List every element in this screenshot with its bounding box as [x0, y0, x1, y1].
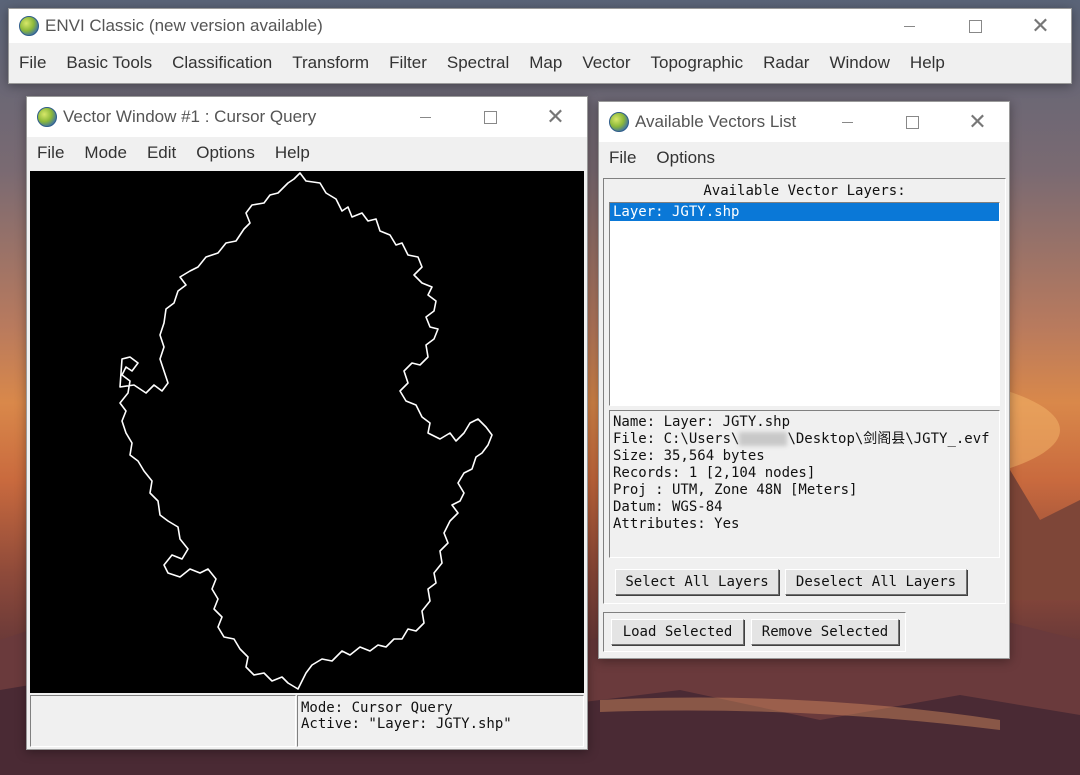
minimize-button[interactable]	[815, 102, 880, 142]
vector-display-canvas[interactable]	[30, 171, 584, 693]
status-right-panel: Mode: Cursor Query Active: "Layer: JGTY.…	[297, 695, 584, 747]
info-name: Name: Layer: JGTY.shp	[613, 414, 791, 430]
vectors-list-window: Available Vectors List ✕ File Options Av…	[598, 101, 1010, 659]
maximize-button[interactable]	[943, 9, 1008, 43]
status-mode-text: Mode: Cursor Query	[301, 700, 453, 716]
menu-file[interactable]: File	[27, 143, 74, 163]
info-records: Records: 1 [2,104 nodes]	[613, 465, 816, 481]
vector-layers-listbox[interactable]: Layer: JGTY.shp	[609, 202, 1000, 406]
info-datum: Datum: WGS-84	[613, 499, 723, 515]
minimize-button[interactable]	[877, 9, 942, 43]
menu-options[interactable]: Options	[186, 143, 265, 163]
main-window-title: ENVI Classic (new version available)	[45, 16, 323, 35]
vectors-list-titlebar[interactable]: Available Vectors List ✕	[599, 102, 1009, 142]
status-left-panel	[30, 695, 296, 747]
select-all-layers-button[interactable]: Select All Layers	[615, 569, 779, 595]
menu-window[interactable]: Window	[819, 53, 899, 73]
menu-topographic[interactable]: Topographic	[641, 53, 754, 73]
vector-window: Vector Window #1 : Cursor Query ✕ File M…	[26, 96, 588, 750]
vectors-list-title: Available Vectors List	[635, 112, 797, 131]
vector-layers-group: Available Vector Layers: Layer: JGTY.shp…	[603, 178, 1006, 604]
menu-file[interactable]: File	[599, 148, 646, 168]
info-file: File: C:\Users\ \Desktop\剑阁县\JGTY_.evf	[613, 431, 990, 447]
menu-map[interactable]: Map	[519, 53, 572, 73]
envi-icon	[37, 107, 57, 127]
menu-classification[interactable]: Classification	[162, 53, 282, 73]
menu-spectral[interactable]: Spectral	[437, 53, 519, 73]
minimize-button[interactable]	[393, 97, 458, 137]
menu-radar[interactable]: Radar	[753, 53, 819, 73]
close-button[interactable]: ✕	[945, 102, 1010, 142]
redacted-username-blur	[739, 432, 788, 446]
vector-window-title: Vector Window #1 : Cursor Query	[63, 107, 317, 126]
menu-edit[interactable]: Edit	[137, 143, 186, 163]
layer-list-item[interactable]: Layer: JGTY.shp	[610, 203, 999, 221]
load-selected-button[interactable]: Load Selected	[611, 619, 744, 645]
close-button[interactable]: ✕	[523, 97, 588, 137]
load-remove-group: Load Selected Remove Selected	[603, 612, 906, 652]
menu-transform[interactable]: Transform	[282, 53, 379, 73]
vector-window-titlebar[interactable]: Vector Window #1 : Cursor Query ✕	[27, 97, 587, 137]
menu-file[interactable]: File	[9, 53, 56, 73]
maximize-button[interactable]	[458, 97, 523, 137]
info-size: Size: 35,564 bytes	[613, 448, 765, 464]
menu-help[interactable]: Help	[265, 143, 320, 163]
menu-options[interactable]: Options	[646, 148, 725, 168]
status-active-text: Active: "Layer: JGTY.shp"	[301, 716, 512, 732]
menu-vector[interactable]: Vector	[572, 53, 640, 73]
vector-layers-label: Available Vector Layers:	[703, 183, 906, 199]
county-boundary-outline	[119, 172, 493, 690]
envi-icon	[19, 16, 39, 36]
menu-filter[interactable]: Filter	[379, 53, 437, 73]
close-button[interactable]: ✕	[1008, 9, 1073, 43]
menu-help[interactable]: Help	[900, 53, 955, 73]
envi-icon	[609, 112, 629, 132]
remove-selected-button[interactable]: Remove Selected	[751, 619, 899, 645]
menu-basic-tools[interactable]: Basic Tools	[56, 53, 162, 73]
maximize-button[interactable]	[880, 102, 945, 142]
main-titlebar[interactable]: ENVI Classic (new version available) ✕	[9, 9, 1071, 43]
info-proj: Proj : UTM, Zone 48N [Meters]	[613, 482, 858, 498]
deselect-all-layers-button[interactable]: Deselect All Layers	[785, 569, 967, 595]
main-window: ENVI Classic (new version available) ✕ F…	[8, 8, 1072, 84]
info-attributes: Attributes: Yes	[613, 516, 740, 532]
vectors-list-menubar: File Options	[599, 142, 1009, 174]
layer-info-panel: Name: Layer: JGTY.shp File: C:\Users\ \De…	[609, 410, 1000, 558]
main-menubar: File Basic Tools Classification Transfor…	[9, 43, 1071, 83]
menu-mode[interactable]: Mode	[74, 143, 137, 163]
vector-window-menubar: File Mode Edit Options Help	[27, 137, 587, 169]
